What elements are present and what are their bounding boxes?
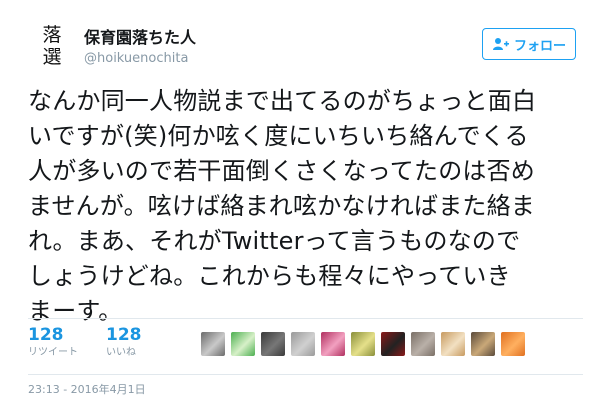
liker-avatar-3[interactable] <box>261 332 285 356</box>
tweet-card: 落 選 保育園落ちた人 @hoikuenochita フォロー なんか同一人物説… <box>0 0 608 412</box>
stats-divider-bottom <box>28 374 583 375</box>
liker-avatar-2[interactable] <box>231 332 255 356</box>
liker-avatar-11[interactable] <box>501 332 525 356</box>
avatar[interactable]: 落 選 <box>28 22 76 70</box>
tweet-text-line: なんか同一人物説まで出てるのがちょっと面白 <box>28 87 537 115</box>
like-stat[interactable]: 128 いいね <box>106 324 184 372</box>
liker-avatar-1[interactable] <box>201 332 225 356</box>
retweet-label: リツイート <box>28 347 78 358</box>
user-full-name[interactable]: 保育園落ちた人 <box>84 28 196 48</box>
user-screen-name[interactable]: @hoikuenochita <box>84 50 196 68</box>
liker-avatar-5[interactable] <box>321 332 345 356</box>
liker-avatar-10[interactable] <box>471 332 495 356</box>
tweet-text-line: 人が多いので若干面倒くさくなってたのは否め <box>28 157 535 185</box>
like-count[interactable]: 128 <box>106 324 184 346</box>
follow-button-label: フォロー <box>513 38 566 54</box>
avatar-text-line-2: 選 <box>42 46 62 68</box>
liker-avatar-8[interactable] <box>411 332 435 356</box>
liker-avatar-4[interactable] <box>291 332 315 356</box>
tweet-text-line: いですが(笑)何か呟く度にいちいち絡んでくる <box>28 122 529 150</box>
like-label: いいね <box>106 347 136 358</box>
liker-avatar-7[interactable] <box>381 332 405 356</box>
follow-button[interactable]: フォロー <box>482 28 576 60</box>
avatar-text-line-1: 落 <box>42 24 62 46</box>
liker-avatar-6[interactable] <box>351 332 375 356</box>
liker-avatars <box>201 332 525 356</box>
tweet-text: なんか同一人物説まで出てるのがちょっと面白 いですが(笑)何か呟く度にいちいち絡… <box>28 84 588 329</box>
liker-avatar-9[interactable] <box>441 332 465 356</box>
stats-divider-top <box>28 318 583 319</box>
retweet-count[interactable]: 128 <box>28 324 106 346</box>
tweet-text-line: ませんが。呟けば絡まれ呟かなければまた絡ま <box>28 192 535 220</box>
tweet-text-line: しょうけどね。これからも程々にやっていき <box>28 262 511 290</box>
tweet-stats: 128 リツイート 128 いいね <box>28 324 184 372</box>
user-names[interactable]: 保育園落ちた人 @hoikuenochita <box>84 28 196 68</box>
tweet-text-line: れ。まあ、それがTwitterって言うものなので <box>28 227 521 255</box>
retweet-stat[interactable]: 128 リツイート <box>28 324 106 372</box>
add-user-icon <box>492 38 509 50</box>
tweet-header: 落 選 保育園落ちた人 @hoikuenochita フォロー <box>28 22 588 74</box>
tweet-timestamp[interactable]: 23:13 - 2016年4月1日 <box>28 382 146 398</box>
